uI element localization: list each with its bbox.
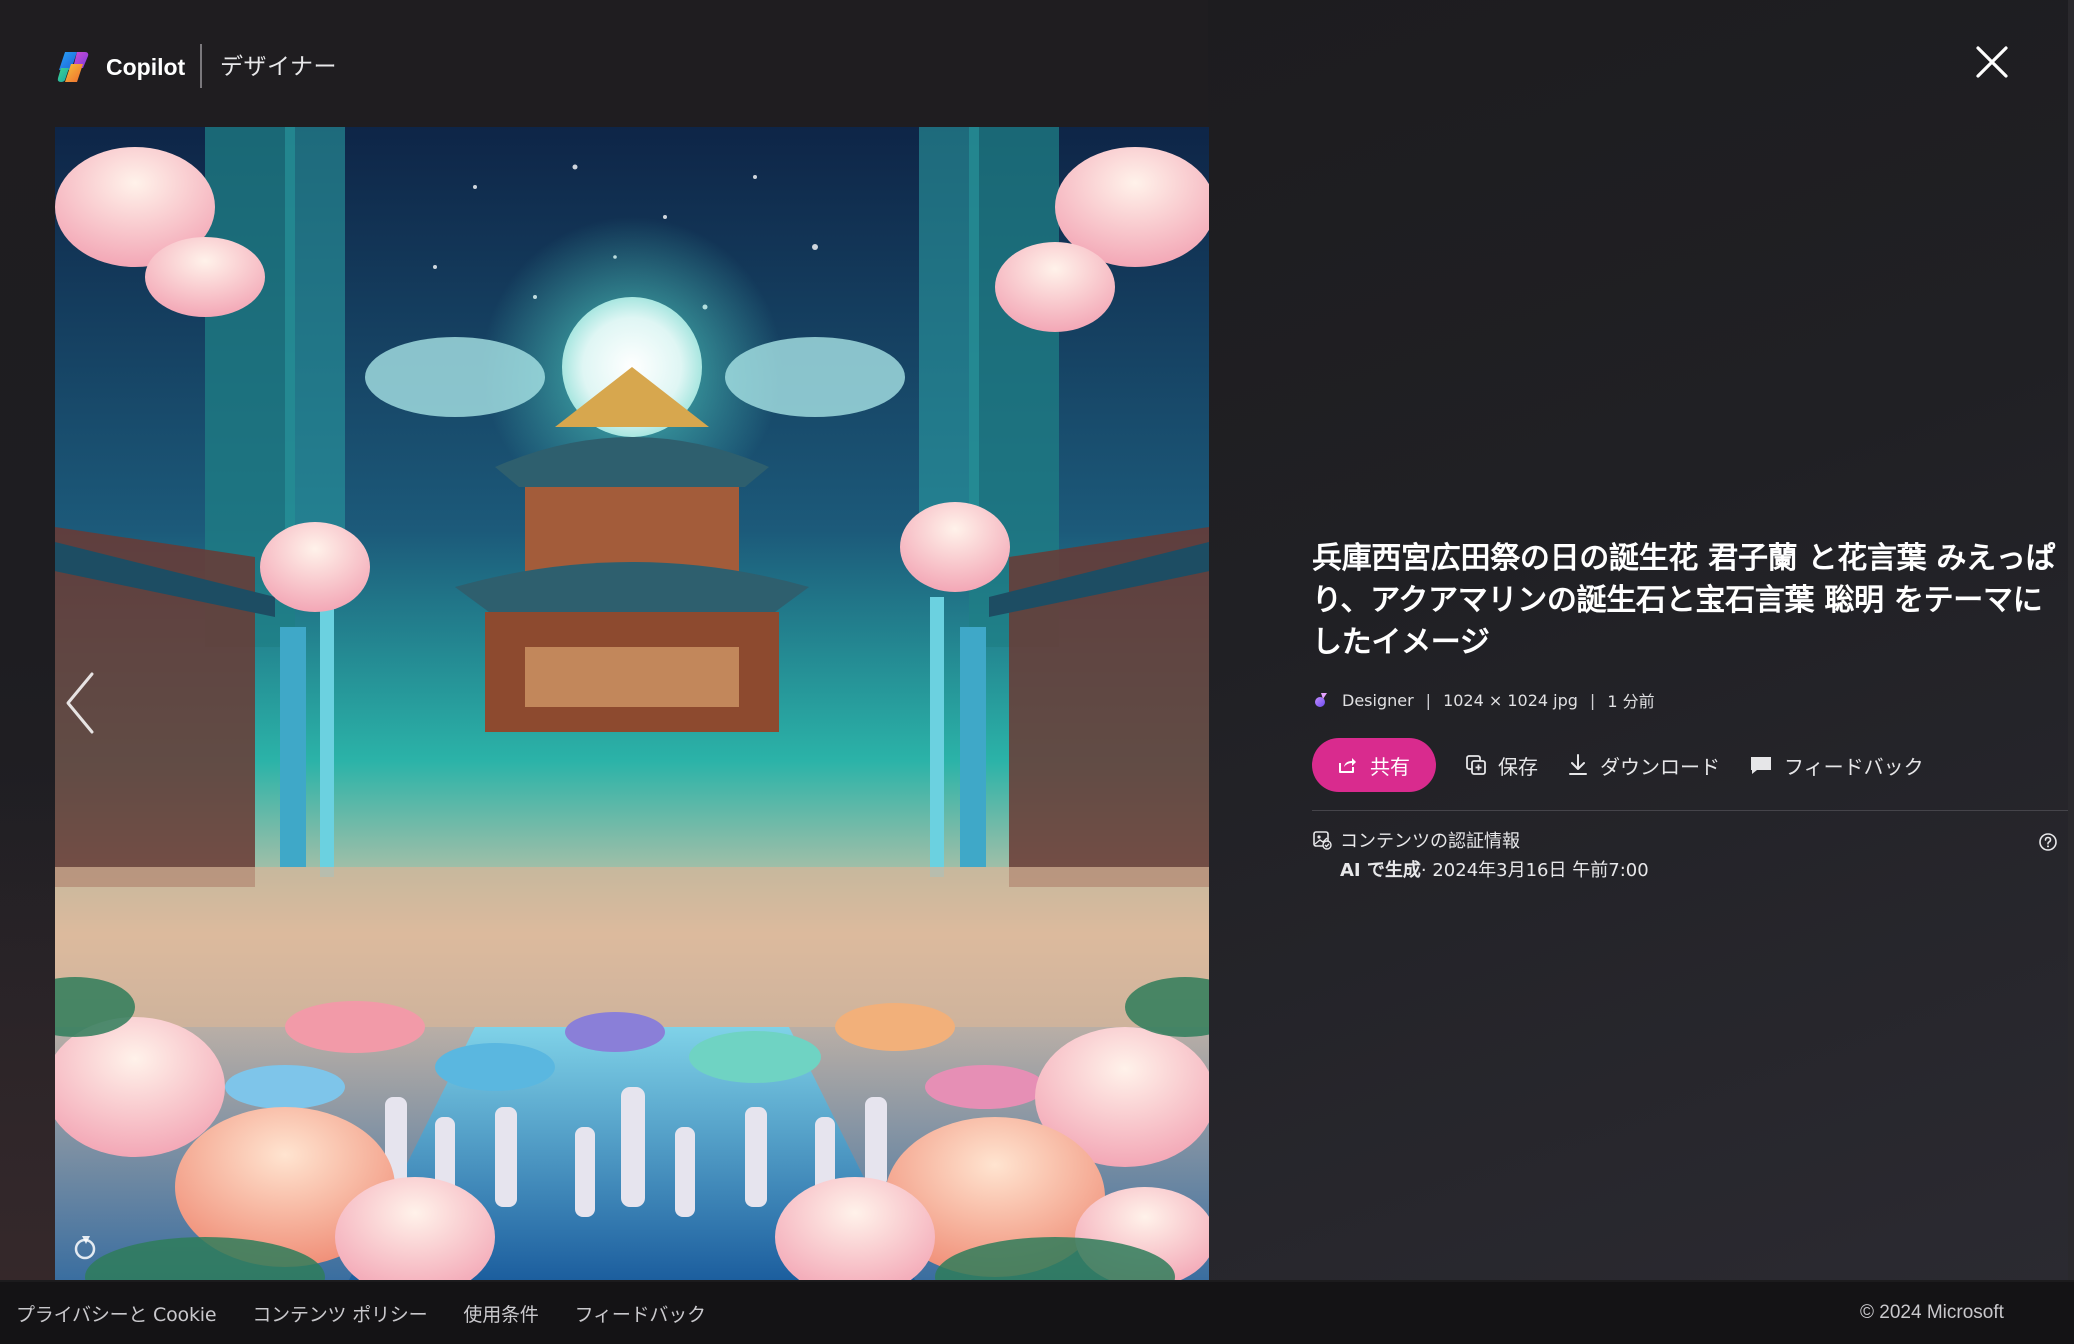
page-footer: プライバシーと Cookie コンテンツ ポリシー 使用条件 フィードバック ©… <box>0 1282 2074 1344</box>
share-icon <box>1339 758 1356 773</box>
image-details: 兵庫西宮広田祭の日の誕生花 君子蘭 と花言葉 みえっぱり、アクアマリンの誕生石と… <box>1312 538 2070 792</box>
footer-link-feedback[interactable]: フィードバック <box>575 1300 706 1327</box>
meta-creator: Designer <box>1342 690 1414 710</box>
details-divider <box>1312 810 2074 811</box>
image-meta: Designer | 1024 × 1024 jpg | 1 分前 <box>1312 688 2070 712</box>
generated-image-art <box>55 127 1209 1280</box>
brand-name: Copilot <box>106 54 186 80</box>
copyright: © 2024 Microsoft <box>1860 1302 2004 1323</box>
designer-watermark-icon <box>74 1236 96 1260</box>
scrollbar[interactable] <box>2068 0 2074 1280</box>
image-viewer-modal: Copilot デザイナー 兵庫西宮広田祭の日の誕生花 君子蘭 と花言葉 みえっ… <box>0 0 2074 1280</box>
action-bar: 共有 保存 ダウンロード フィードバック <box>1312 738 2070 792</box>
image-title: 兵庫西宮広田祭の日の誕生花 君子蘭 と花言葉 みえっぱり、アクアマリンの誕生石と… <box>1312 541 2056 660</box>
help-icon[interactable] <box>2038 832 2058 852</box>
share-label: 共有 <box>1370 754 1410 779</box>
credentials-heading: コンテンツの認証情報 <box>1340 831 1520 852</box>
footer-link-privacy[interactable]: プライバシーと Cookie <box>16 1300 217 1327</box>
footer-links: プライバシーと Cookie コンテンツ ポリシー 使用条件 フィードバック <box>16 1282 742 1344</box>
close-icon[interactable] <box>1972 42 2012 82</box>
download-button[interactable]: ダウンロード <box>1566 738 1720 792</box>
feedback-label: フィードバック <box>1784 754 1924 779</box>
brand-divider <box>200 44 202 88</box>
designer-icon <box>1315 693 1327 707</box>
feedback-button[interactable]: フィードバック <box>1748 738 1924 792</box>
feedback-icon <box>1751 757 1771 774</box>
meta-separator: | <box>1589 690 1596 710</box>
content-credentials: コンテンツの認証情報 AI で生成 · 2024年3月16日 午前7:00 <box>1312 826 2074 882</box>
copilot-logo-icon[interactable] <box>55 48 93 86</box>
content-credentials-icon <box>1313 831 1332 850</box>
save-label: 保存 <box>1498 754 1538 779</box>
ai-generated-label: AI で生成 <box>1340 860 1421 881</box>
meta-separator: | <box>1425 690 1432 710</box>
meta-resolution: 1024 × 1024 jpg <box>1443 690 1578 710</box>
save-icon <box>1466 755 1486 775</box>
footer-link-content-policy[interactable]: コンテンツ ポリシー <box>252 1300 427 1327</box>
generated-date: · 2024年3月16日 午前7:00 <box>1420 860 1649 881</box>
product-name: デザイナー <box>220 54 338 80</box>
chevron-left-icon[interactable] <box>60 668 100 738</box>
generated-image[interactable] <box>55 127 1209 1280</box>
footer-link-terms[interactable]: 使用条件 <box>463 1300 538 1327</box>
page: Copilot デザイナー 兵庫西宮広田祭の日の誕生花 君子蘭 と花言葉 みえっ… <box>0 0 2074 1344</box>
save-button[interactable]: 保存 <box>1464 738 1538 792</box>
meta-time: 1 分前 <box>1607 692 1655 711</box>
share-button[interactable]: 共有 <box>1312 738 1436 792</box>
download-icon <box>1569 754 1587 775</box>
modal-header: Copilot デザイナー <box>0 0 2074 126</box>
download-label: ダウンロード <box>1600 754 1720 779</box>
